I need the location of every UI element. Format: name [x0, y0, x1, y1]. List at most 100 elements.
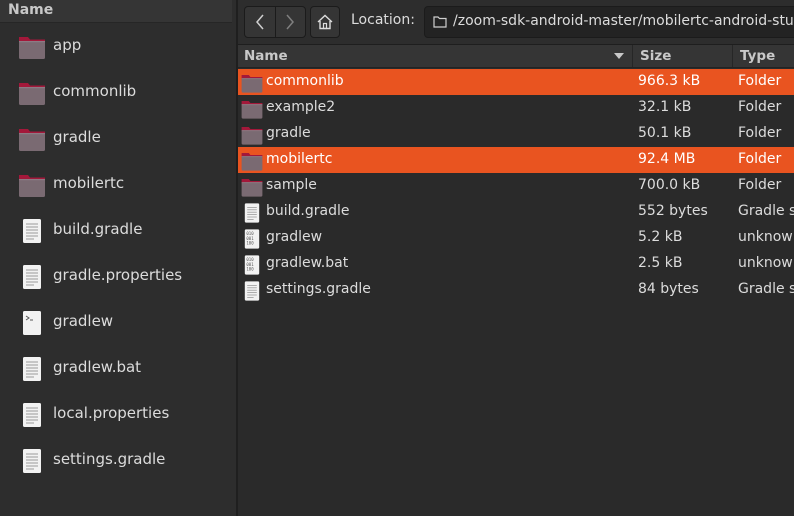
left-column-header[interactable]: Name	[0, 0, 232, 23]
left-item-label: mobilertc	[53, 174, 125, 192]
table-row[interactable]: settings.gradle 84 bytes Gradle script	[238, 277, 794, 303]
left-item-label: gradlew.bat	[53, 358, 142, 376]
text-file-icon	[23, 219, 41, 243]
column-separator[interactable]	[732, 45, 733, 67]
left-item-label: app	[53, 36, 82, 54]
row-size: 92.4 MB	[638, 151, 696, 167]
toolbar: Location: /zoom-sdk-android-master/mobil…	[238, 0, 794, 45]
row-type: unknown	[738, 255, 794, 271]
folder-icon	[241, 153, 263, 171]
table-row[interactable]: 010001100 gradlew.bat 2.5 kB unknown	[238, 251, 794, 277]
column-type[interactable]: Type	[740, 48, 775, 64]
left-list-item[interactable]: commonlib	[0, 70, 232, 116]
left-list-item[interactable]: app	[0, 24, 232, 70]
item-icon	[17, 216, 47, 246]
left-list-item[interactable]: settings.gradle	[0, 438, 232, 484]
column-size[interactable]: Size	[640, 48, 671, 64]
folder-icon	[19, 83, 45, 105]
row-name: example2	[266, 99, 336, 115]
folder-icon	[19, 37, 45, 59]
row-type: Gradle script	[738, 281, 794, 297]
row-icon	[240, 175, 263, 197]
location-field[interactable]: /zoom-sdk-android-master/mobilertc-andro…	[424, 6, 794, 38]
table-row[interactable]: example2 32.1 kB Folder	[238, 95, 794, 121]
table-row[interactable]: mobilertc 92.4 MB Folder	[238, 147, 794, 173]
row-type: unknown	[738, 229, 794, 245]
folder-icon	[241, 75, 263, 93]
left-list-item[interactable]: mobilertc	[0, 162, 232, 208]
row-icon: 010 001 100	[240, 227, 262, 249]
text-file-icon	[23, 449, 41, 473]
left-item-label: build.gradle	[53, 220, 143, 238]
chevron-left-icon	[255, 14, 264, 30]
table-row[interactable]: gradle 50.1 kB Folder	[238, 121, 794, 147]
list-column-header: Name Size Type	[238, 45, 794, 68]
chevron-right-icon	[286, 14, 295, 30]
left-header-label: Name	[8, 2, 54, 18]
row-icon	[240, 123, 263, 145]
left-item-label: settings.gradle	[53, 450, 166, 468]
row-icon	[240, 97, 263, 119]
sort-descending-icon[interactable]	[614, 53, 624, 59]
folder-icon	[241, 127, 263, 145]
svg-text:100: 100	[246, 267, 254, 272]
row-type: Folder	[738, 151, 782, 167]
left-list-item[interactable]: local.properties	[0, 392, 232, 438]
folder-icon	[241, 179, 263, 197]
table-row[interactable]: sample 700.0 kB Folder	[238, 173, 794, 199]
row-icon	[240, 279, 262, 301]
forward-button[interactable]	[274, 7, 306, 37]
left-list-item[interactable]: build.gradle	[0, 208, 232, 254]
row-icon: 010 001 100	[240, 253, 262, 275]
left-item-label: commonlib	[53, 82, 137, 100]
left-list-item[interactable]: gradle	[0, 116, 232, 162]
text-file-icon	[23, 265, 41, 289]
column-name[interactable]: Name	[244, 48, 288, 64]
item-icon	[17, 446, 47, 476]
row-name: commonlib	[266, 73, 344, 89]
binary-file-icon: 010001100	[244, 255, 260, 275]
row-type: Folder	[738, 177, 782, 193]
svg-text:100: 100	[246, 241, 254, 246]
folder-outline-icon	[433, 16, 447, 28]
row-size: 552 bytes	[638, 203, 708, 219]
back-button[interactable]	[245, 7, 275, 37]
folder-icon	[19, 175, 45, 197]
left-pane: Name app commonlib gradle mobilertc buil…	[0, 0, 236, 516]
row-size: 50.1 kB	[638, 125, 692, 141]
folder-icon	[19, 129, 45, 151]
row-type: Folder	[738, 125, 782, 141]
row-name: mobilertc	[266, 151, 333, 167]
row-size: 32.1 kB	[638, 99, 692, 115]
row-size: 2.5 kB	[638, 255, 683, 271]
left-list-item[interactable]: gradlew.bat	[0, 346, 232, 392]
column-separator[interactable]	[632, 45, 633, 67]
row-type: Gradle script	[738, 203, 794, 219]
terminal-script-icon	[23, 311, 41, 335]
home-button[interactable]	[310, 6, 340, 38]
left-list-item[interactable]: gradle.properties	[0, 254, 232, 300]
row-name: sample	[266, 177, 317, 193]
folder-icon	[241, 101, 263, 119]
item-icon	[17, 170, 47, 200]
left-item-label: gradlew	[53, 312, 114, 330]
table-row[interactable]: commonlib 966.3 kB Folder	[238, 69, 794, 95]
left-list-item[interactable]: gradlew	[0, 300, 232, 346]
table-row[interactable]: 010001100 gradlew 5.2 kB unknown	[238, 225, 794, 251]
row-name: build.gradle	[266, 203, 350, 219]
item-icon	[17, 308, 47, 338]
row-size: 5.2 kB	[638, 229, 683, 245]
text-file-icon	[244, 203, 260, 223]
nav-button-group	[244, 6, 306, 38]
text-file-icon	[23, 357, 41, 381]
left-item-label: local.properties	[53, 404, 170, 422]
row-name: gradlew	[266, 229, 323, 245]
row-icon	[240, 149, 263, 171]
item-icon	[17, 78, 47, 108]
row-type: Folder	[738, 99, 782, 115]
left-item-label: gradle.properties	[53, 266, 183, 284]
row-type: Folder	[738, 73, 782, 89]
table-row[interactable]: build.gradle 552 bytes Gradle script	[238, 199, 794, 225]
item-icon	[17, 32, 47, 62]
location-path: /zoom-sdk-android-master/mobilertc-andro…	[453, 13, 794, 29]
